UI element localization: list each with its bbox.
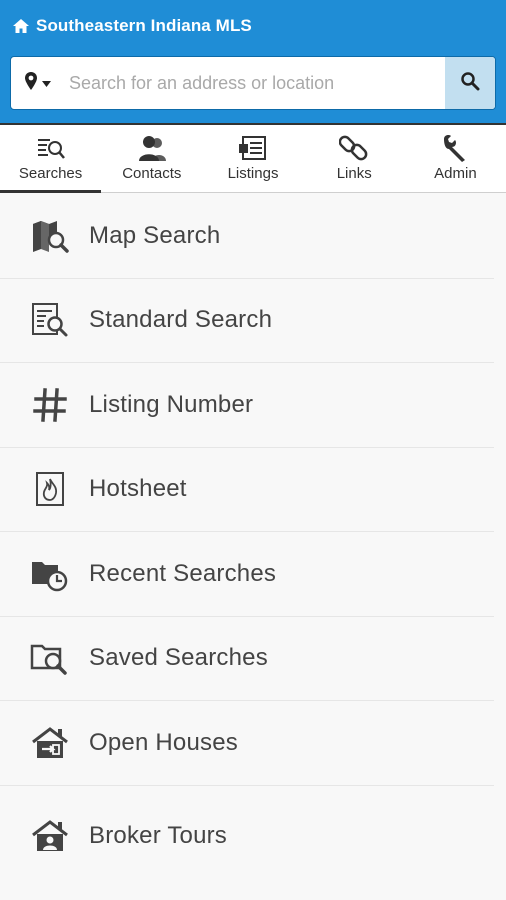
tab-label: Links xyxy=(336,165,372,182)
hotsheet-fire-icon xyxy=(30,469,70,509)
menu-item-map-search[interactable]: Map Search xyxy=(0,194,494,279)
folder-clock-icon xyxy=(30,554,70,594)
tab-label: Listings xyxy=(227,165,279,182)
search-menu: Map Search Standard Search Listing Numbe… xyxy=(0,194,506,886)
broker-tour-icon xyxy=(30,816,70,856)
map-search-icon xyxy=(30,216,70,256)
tab-listings[interactable]: Listings xyxy=(202,125,303,192)
hash-icon xyxy=(30,385,70,425)
menu-item-standard-search[interactable]: Standard Search xyxy=(0,279,494,363)
caret-down-icon xyxy=(41,74,51,92)
map-pin-icon xyxy=(24,71,38,96)
tab-links[interactable]: Links xyxy=(304,125,405,192)
listings-icon xyxy=(238,133,268,163)
search-input[interactable] xyxy=(63,57,445,109)
menu-item-hotsheet[interactable]: Hotsheet xyxy=(0,448,494,532)
menu-label: Broker Tours xyxy=(89,821,228,849)
menu-item-broker-tours[interactable]: Broker Tours xyxy=(0,786,494,886)
app-header: Southeastern Indiana MLS xyxy=(0,0,506,123)
tab-label: Searches xyxy=(18,165,83,182)
menu-item-listing-number[interactable]: Listing Number xyxy=(0,363,494,448)
search-button[interactable] xyxy=(445,57,495,109)
search-bar xyxy=(10,56,496,110)
menu-label: Hotsheet xyxy=(89,475,187,503)
searches-icon xyxy=(36,133,66,163)
menu-item-recent-searches[interactable]: Recent Searches xyxy=(0,532,494,617)
menu-item-open-houses[interactable]: Open Houses xyxy=(0,701,494,786)
app-title: Southeastern Indiana MLS xyxy=(36,16,252,35)
folder-search-icon xyxy=(30,638,70,678)
open-house-icon xyxy=(30,723,70,763)
search-icon xyxy=(460,71,480,96)
tab-contacts[interactable]: Contacts xyxy=(101,125,202,192)
home-icon[interactable] xyxy=(12,18,30,34)
tab-admin[interactable]: Admin xyxy=(405,125,506,192)
tab-label: Contacts xyxy=(122,165,182,182)
document-search-icon xyxy=(30,300,70,340)
links-icon xyxy=(339,133,369,163)
menu-item-saved-searches[interactable]: Saved Searches xyxy=(0,617,494,701)
wrench-icon xyxy=(440,133,470,163)
menu-label: Listing Number xyxy=(89,390,254,418)
menu-label: Map Search xyxy=(89,221,221,249)
tab-bar: Searches Contacts Listings Links Admin xyxy=(0,123,506,193)
menu-label: Recent Searches xyxy=(89,559,277,587)
title-bar[interactable]: Southeastern Indiana MLS xyxy=(12,14,252,38)
tab-label: Admin xyxy=(434,165,477,182)
location-dropdown-button[interactable] xyxy=(11,57,63,109)
contacts-icon xyxy=(137,133,167,163)
menu-label: Saved Searches xyxy=(89,644,268,672)
menu-label: Open Houses xyxy=(89,728,238,756)
tab-searches[interactable]: Searches xyxy=(0,125,102,193)
menu-label: Standard Search xyxy=(89,306,273,334)
